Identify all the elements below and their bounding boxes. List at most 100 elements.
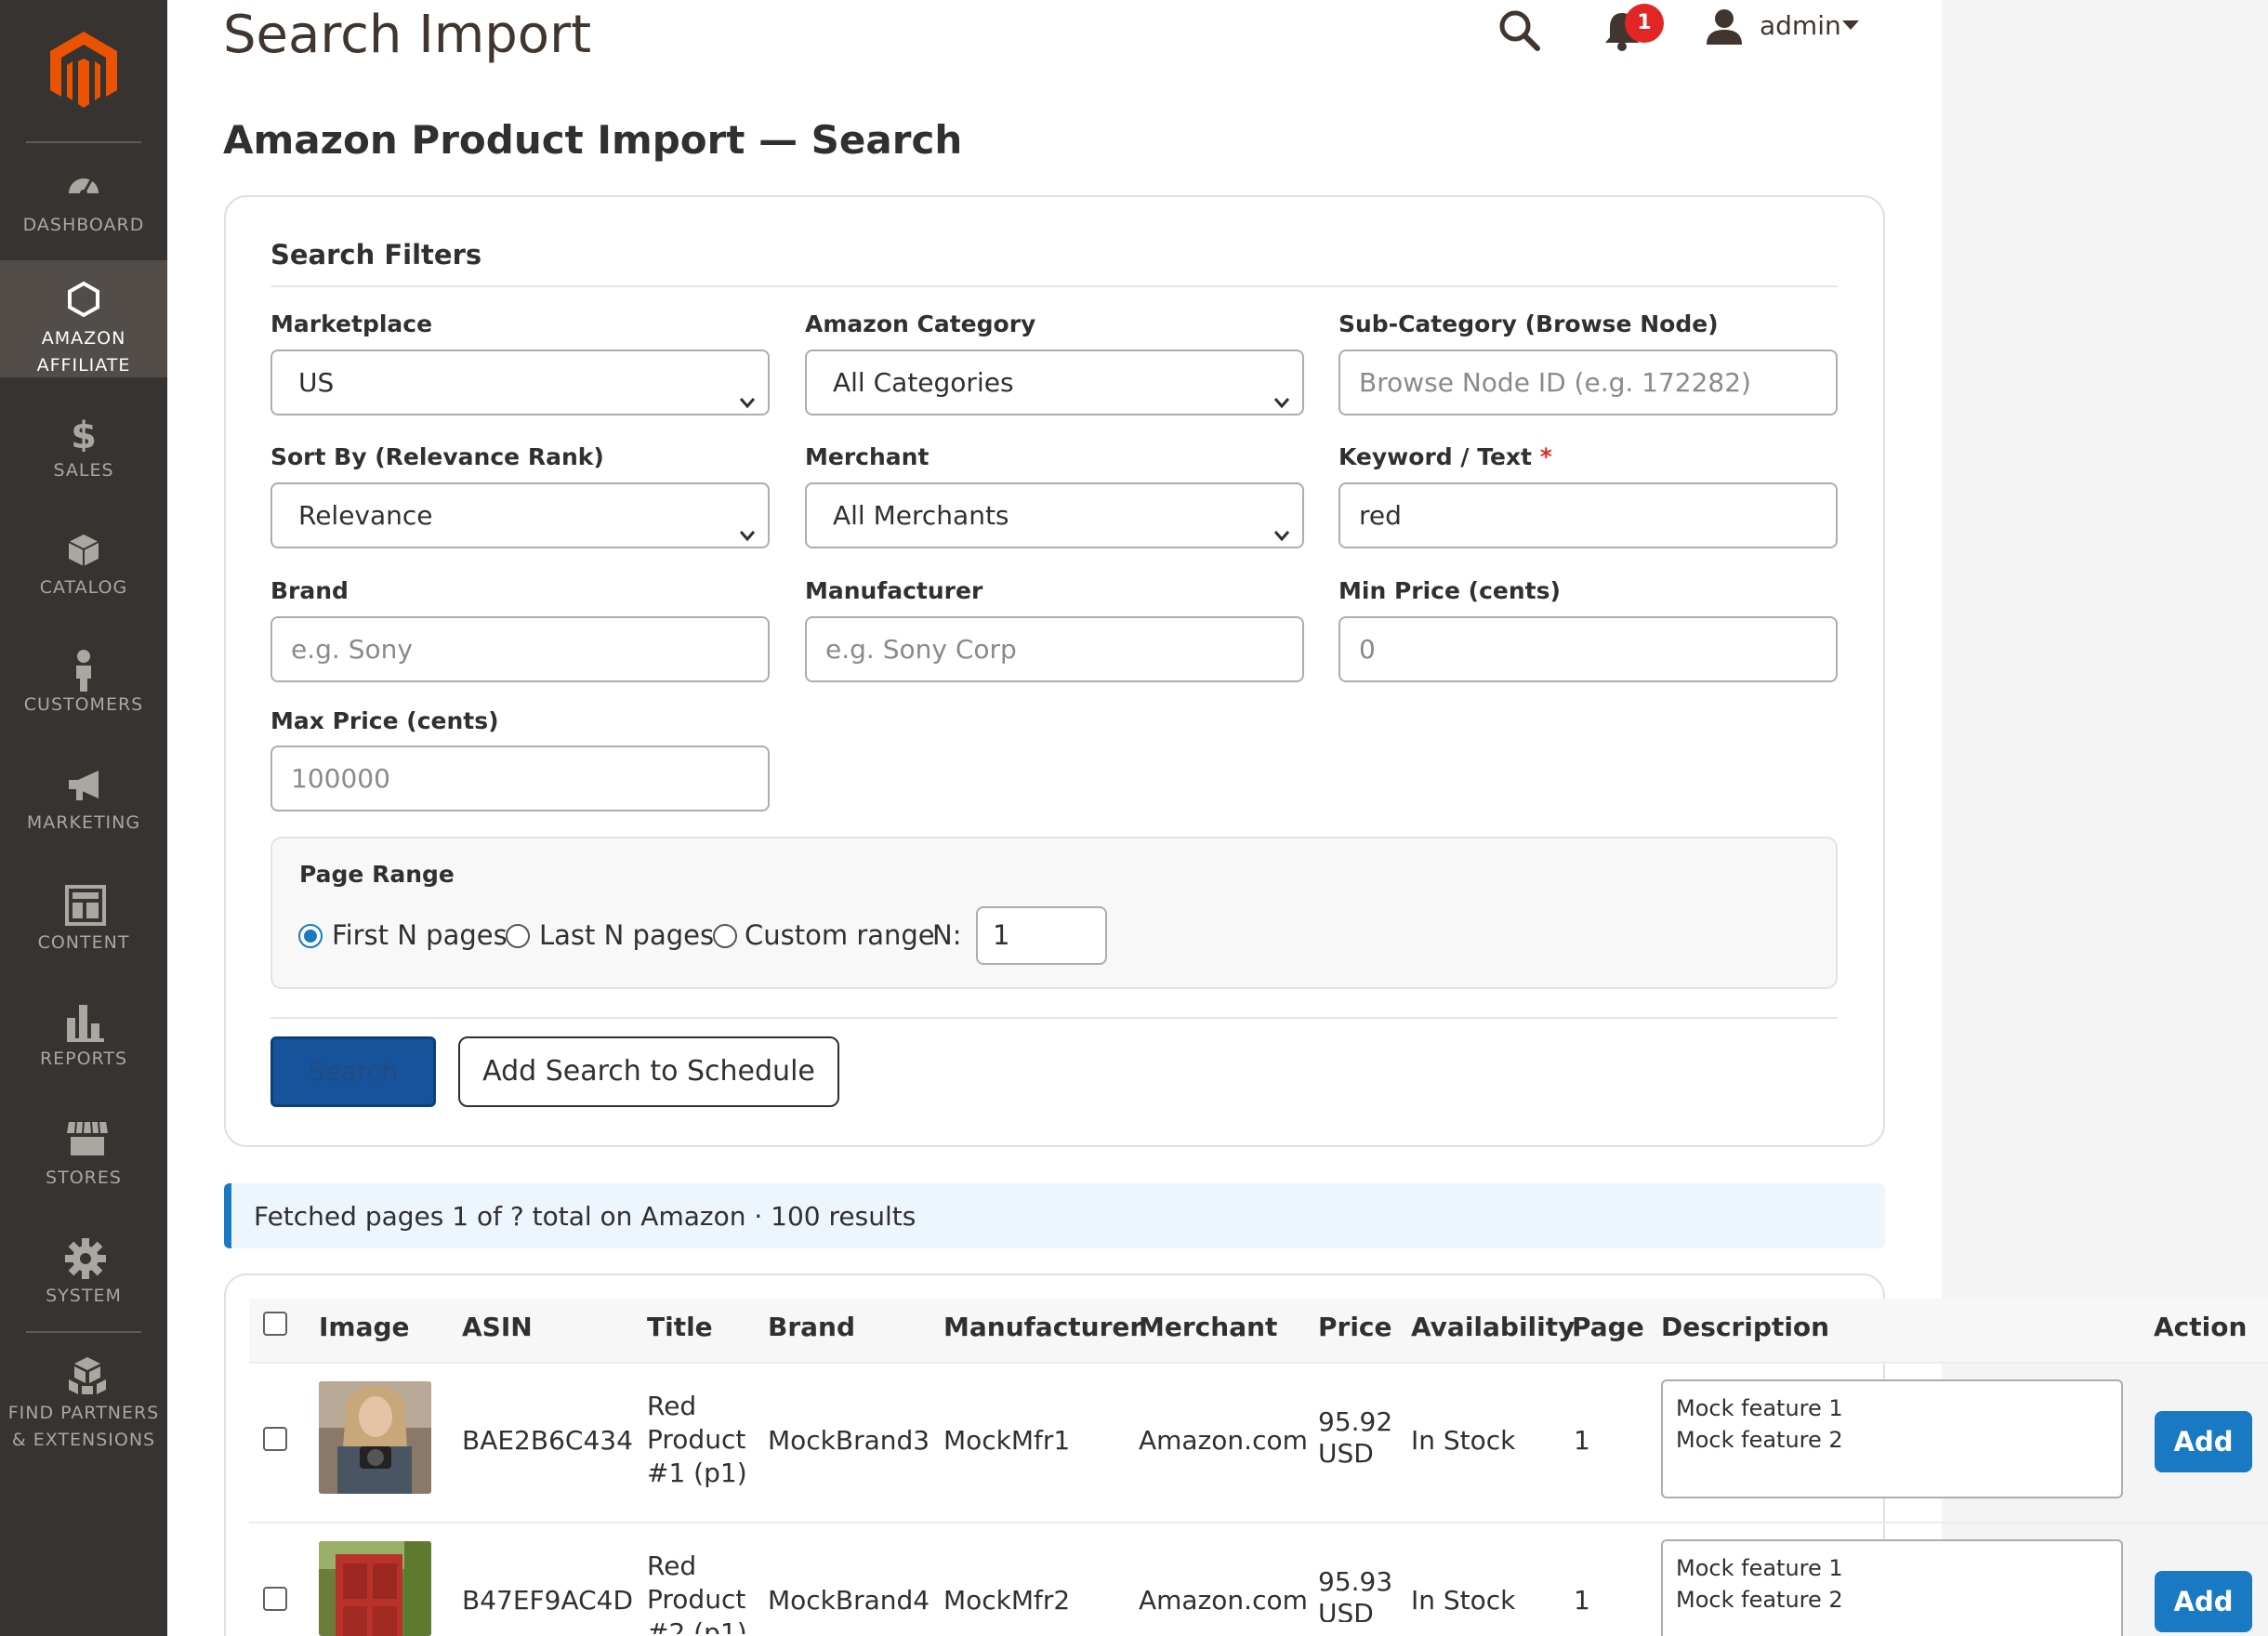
sidebar-item-catalog[interactable]: CATALOG [0, 511, 167, 628]
cell-manufacturer: MockMfr1 [943, 1425, 1071, 1456]
cell-merchant: Amazon.com [1139, 1585, 1308, 1616]
manufacturer-input[interactable]: e.g. Sony Corp [805, 616, 1304, 682]
subcategory-label: Sub-Category (Browse Node) [1338, 310, 1719, 337]
sidebar-divider [26, 141, 141, 143]
cubes-icon [65, 1355, 106, 1394]
cell-availability: In Stock [1411, 1585, 1516, 1616]
description-line: Mock feature 2 [1676, 1587, 1843, 1613]
sidebar-item-stores[interactable]: STORES [0, 1100, 167, 1217]
title-line: #2 (p1) [647, 1617, 747, 1634]
column-header-merchant[interactable]: Merchant [1139, 1309, 1277, 1346]
row-select-checkbox[interactable] [263, 1587, 287, 1611]
column-header-title[interactable]: Title [647, 1309, 713, 1346]
sidebar-item-label: FIND PARTNERS & EXTENSIONS [7, 1403, 160, 1450]
sidebar-item-find-partners[interactable]: FIND PARTNERS & EXTENSIONS [0, 1335, 167, 1465]
add-product-button[interactable]: Add [2155, 1411, 2252, 1472]
browse-node-input[interactable]: Browse Node ID (e.g. 172282) [1338, 350, 1838, 416]
add-search-to-schedule-button[interactable]: Add Search to Schedule [458, 1036, 839, 1107]
notification-count-badge[interactable]: 1 [1625, 4, 1664, 43]
column-header-brand[interactable]: Brand [768, 1309, 855, 1346]
sidebar-item-label: CATALOG [39, 577, 128, 598]
column-header-page[interactable]: Page [1572, 1309, 1644, 1346]
title-line: #1 (p1) [647, 1458, 747, 1488]
filters-divider [270, 285, 1838, 287]
cell-price: 95.92 USD [1318, 1406, 1392, 1470]
description-line: Mock feature 1 [1676, 1395, 1843, 1421]
merchant-select[interactable]: All Merchants [805, 482, 1304, 548]
column-header-image[interactable]: Image [319, 1309, 410, 1346]
radio-last-n-pages[interactable] [506, 924, 530, 948]
cell-brand: MockBrand3 [768, 1425, 930, 1456]
sort-by-value: Relevance [298, 500, 433, 531]
cell-availability: In Stock [1411, 1425, 1516, 1456]
brand-input[interactable]: e.g. Sony [270, 616, 770, 682]
hexagon-icon [65, 281, 102, 318]
cell-asin: BAE2B6C434 [462, 1425, 633, 1456]
gear-icon [65, 1238, 106, 1279]
column-header-manufacturer[interactable]: Manufacturer [943, 1309, 1142, 1346]
sidebar-item-sales[interactable]: $ SALES [0, 394, 167, 511]
chevron-down-icon [1272, 372, 1291, 409]
product-thumbnail[interactable] [319, 1541, 431, 1636]
marketplace-select[interactable]: US [270, 350, 770, 416]
sidebar-item-dashboard[interactable]: DASHBOARD [0, 145, 167, 262]
actions-divider [270, 1017, 1838, 1019]
sidebar-item-content[interactable]: CONTENT [0, 864, 167, 982]
chevron-down-icon[interactable] [1842, 20, 1859, 30]
max-price-label: Max Price (cents) [270, 707, 499, 734]
page-count-input[interactable]: 1 [976, 906, 1107, 965]
product-thumbnail[interactable] [319, 1381, 431, 1494]
cell-page: 1 [1574, 1425, 1590, 1456]
row-select-checkbox[interactable] [263, 1427, 287, 1451]
sidebar-item-label: CUSTOMERS [23, 694, 144, 715]
cell-merchant: Amazon.com [1139, 1425, 1308, 1456]
radio-custom-range[interactable] [713, 924, 737, 948]
sidebar-divider [26, 1331, 141, 1333]
radio-last-n-pages-label[interactable]: Last N pages [539, 917, 714, 954]
sidebar-item-amazon-affiliate[interactable]: AMAZON AFFILIATE [0, 260, 167, 377]
max-price-input[interactable]: 100000 [270, 745, 770, 811]
column-header-description[interactable]: Description [1661, 1309, 1829, 1346]
user-menu-name[interactable]: admin [1760, 7, 1841, 45]
search-icon[interactable] [1497, 7, 1541, 52]
megaphone-icon [65, 767, 102, 804]
cell-title[interactable]: Red Product #1 (p1) [647, 1390, 747, 1490]
chevron-down-icon [738, 505, 757, 542]
page-count-label: N: [932, 919, 962, 951]
status-message-text: Fetched pages 1 of ? total on Amazon · 1… [254, 1201, 916, 1232]
user-icon[interactable] [1705, 7, 1744, 46]
admin-sidebar: DASHBOARD AMAZON AFFILIATE $ SALES CATAL… [0, 0, 167, 1636]
description-textarea[interactable]: Mock feature 1 Mock feature 2 [1661, 1539, 2123, 1636]
cell-title[interactable]: Red Product #2 (p1) [647, 1550, 747, 1634]
sidebar-item-label: REPORTS [39, 1049, 128, 1069]
price-amount: 95.93 [1318, 1566, 1393, 1597]
column-header-availability[interactable]: Availability [1411, 1309, 1575, 1346]
radio-first-n-pages-label[interactable]: First N pages [332, 917, 508, 954]
min-price-input[interactable]: 0 [1338, 616, 1838, 682]
sidebar-item-label: MARKETING [26, 812, 141, 833]
magento-logo-icon[interactable] [46, 28, 121, 112]
row-divider [249, 1522, 2268, 1524]
brand-label: Brand [270, 577, 349, 604]
sidebar-item-reports[interactable]: REPORTS [0, 983, 167, 1100]
add-product-button[interactable]: Add [2155, 1571, 2252, 1632]
column-header-price[interactable]: Price [1318, 1309, 1392, 1346]
keyword-label: Keyword / Text * [1338, 442, 1552, 473]
sidebar-item-label: SYSTEM [46, 1286, 122, 1306]
search-button[interactable]: Search [270, 1036, 436, 1107]
sort-by-select[interactable]: Relevance [270, 482, 770, 548]
sidebar-item-marketing[interactable]: MARKETING [0, 746, 167, 864]
amazon-category-select[interactable]: All Categories [805, 350, 1304, 416]
dollar-icon: $ [65, 415, 102, 457]
sidebar-item-system[interactable]: SYSTEM [0, 1218, 167, 1335]
sidebar-item-customers[interactable]: CUSTOMERS [0, 628, 167, 745]
title-line: Red [647, 1391, 697, 1421]
column-header-asin[interactable]: ASIN [462, 1309, 533, 1346]
sidebar-item-label: DASHBOARD [22, 215, 145, 235]
radio-custom-range-label[interactable]: Custom range [745, 917, 935, 954]
keyword-input[interactable]: red [1338, 482, 1838, 548]
select-all-checkbox[interactable] [263, 1312, 287, 1336]
description-textarea[interactable]: Mock feature 1 Mock feature 2 [1661, 1379, 2123, 1498]
radio-first-n-pages[interactable] [298, 924, 323, 948]
price-currency: USD [1318, 1598, 1374, 1622]
